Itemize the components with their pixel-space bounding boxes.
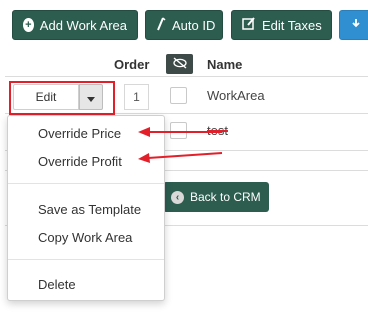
plus-circle-icon: + [23,18,34,32]
header-divider [5,76,368,77]
menu-item-override-price[interactable]: Override Price [38,126,121,141]
order-column-header: Order [114,57,150,72]
caret-down-icon [87,90,95,105]
name-column-header: Name [207,57,243,72]
menu-divider [8,183,164,184]
order-value: 1 [133,90,140,104]
menu-item-override-profit[interactable]: Override Profit [38,154,122,169]
edit-dropdown-menu: Override Price Override Profit Save as T… [7,115,165,301]
menu-item-save-as-template[interactable]: Save as Template [38,202,141,217]
order-input[interactable]: 1 [124,84,149,110]
edit-dropdown-toggle[interactable] [79,84,103,110]
edit-taxes-label: Edit Taxes [262,17,322,33]
edit-button[interactable]: Edit [13,84,79,110]
row-checkbox[interactable] [170,87,187,104]
menu-divider [8,259,164,260]
auto-id-button[interactable]: Auto ID [145,10,223,40]
edit-label: Edit [35,90,57,104]
menu-item-copy-work-area[interactable]: Copy Work Area [38,230,132,245]
add-work-area-label: Add Work Area [39,17,127,33]
back-to-crm-button[interactable]: ‹ Back to CRM [163,182,269,212]
add-work-area-button[interactable]: + Add Work Area [12,10,138,40]
row-name: WorkArea [207,88,265,103]
row-name: test [207,123,228,138]
edit-taxes-button[interactable]: Edit Taxes [231,10,332,40]
visibility-toggle-button[interactable] [166,54,193,74]
menu-item-delete[interactable]: Delete [38,277,76,292]
auto-id-label: Auto ID [172,17,216,33]
eye-slash-icon [172,56,188,72]
chevron-left-circle-icon: ‹ [171,190,184,204]
back-to-crm-label: Back to CRM [190,190,261,204]
row-checkbox[interactable] [170,122,187,139]
download-button[interactable] [339,10,368,40]
download-icon [350,18,362,33]
magic-wand-icon [156,16,166,34]
edit-icon [242,17,256,33]
